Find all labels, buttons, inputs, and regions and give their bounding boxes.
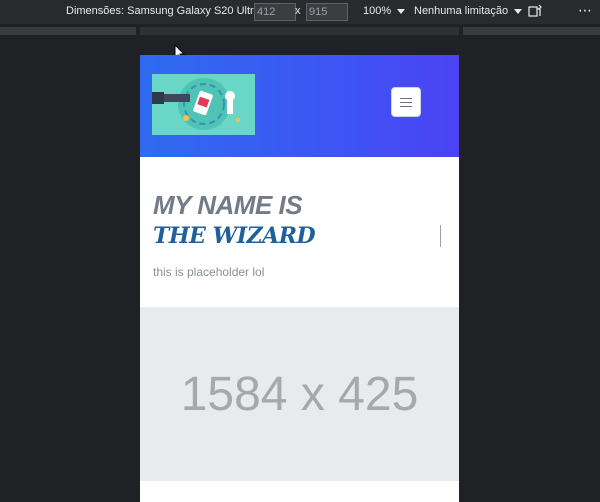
placeholder-image: 1584 x 425 — [140, 307, 459, 481]
device-viewport: MY NAME IS THE WIZARD this is placeholde… — [140, 55, 459, 502]
zoom-label: 100% — [363, 5, 392, 17]
page-continuation — [140, 481, 459, 502]
media-query-bar — [0, 24, 600, 38]
zoom-selector[interactable]: 100% — [363, 5, 406, 17]
plumbing-logo-icon — [152, 78, 240, 130]
device-label: Dimensões: Samsung Galaxy S20 Ultra — [66, 5, 260, 17]
rotate-icon[interactable] — [528, 4, 542, 18]
placeholder-image-text: 1584 x 425 — [180, 367, 419, 421]
device-toolbar: Dimensões: Samsung Galaxy S20 Ultra 412 … — [0, 0, 600, 24]
menu-icon — [400, 101, 412, 103]
device-selector[interactable]: Dimensões: Samsung Galaxy S20 Ultra — [66, 5, 274, 17]
menu-toggle-button[interactable] — [391, 87, 421, 117]
ruler-segment[interactable] — [0, 27, 136, 35]
more-icon[interactable]: ⋯ — [578, 2, 593, 19]
caret-down-icon — [514, 8, 523, 14]
throttling-selector[interactable]: Nenhuma limitação — [414, 5, 523, 17]
menu-icon — [400, 105, 412, 107]
width-input[interactable]: 412 — [254, 3, 296, 21]
site-logo[interactable] — [152, 74, 255, 135]
ruler-segment[interactable] — [140, 27, 459, 35]
site-navbar — [140, 55, 459, 157]
menu-icon — [400, 97, 412, 99]
throttle-label: Nenhuma limitação — [414, 5, 509, 17]
ruler-segment[interactable] — [463, 27, 600, 35]
dimension-separator: x — [295, 5, 301, 17]
height-input[interactable]: 915 — [306, 3, 348, 21]
hero-heading-line2: THE WIZARD — [153, 223, 316, 249]
caret-down-icon — [397, 8, 406, 14]
hero-heading-line1: MY NAME IS — [153, 190, 303, 220]
hero-subtitle: this is placeholder lol — [153, 265, 265, 279]
text-caret — [440, 225, 441, 247]
